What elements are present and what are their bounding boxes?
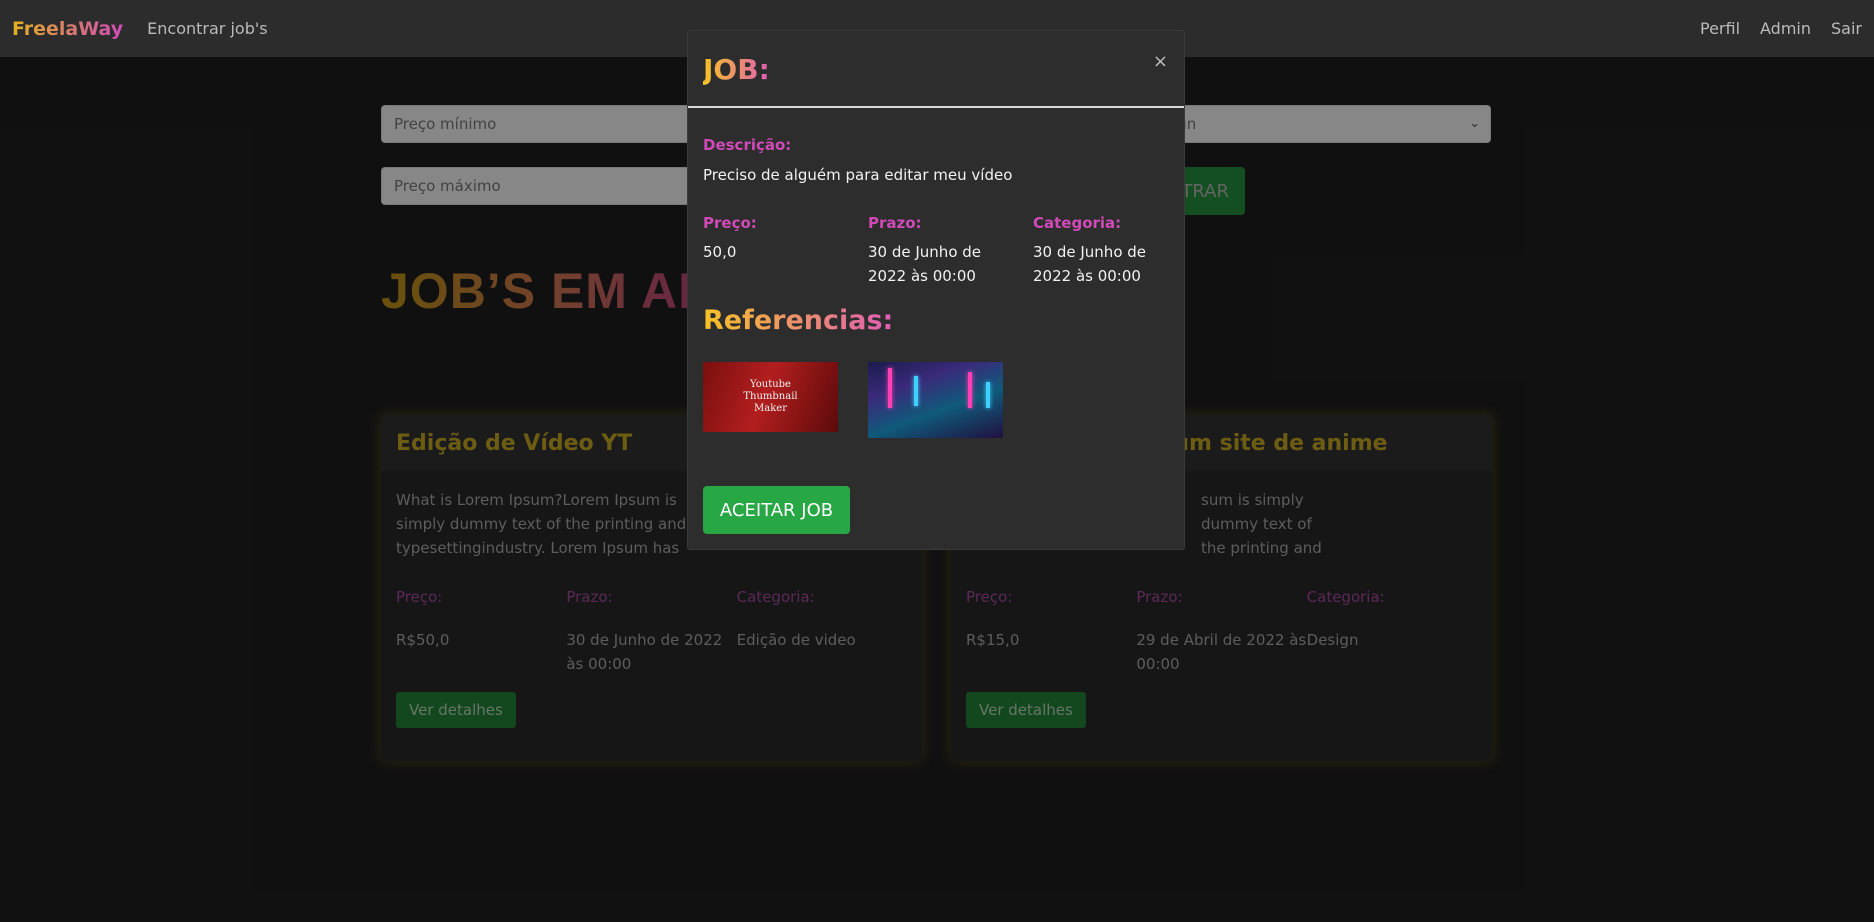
brand-logo[interactable]: FreelaWay [12,18,123,40]
reference-image-caption: Youtube Thumbnail Maker [743,379,798,414]
close-icon[interactable]: × [1153,51,1168,72]
modal-title: JOB: [703,53,770,86]
modal-price-label: Preço: [703,214,757,232]
reference-image-city[interactable] [868,362,1003,438]
modal-price: 50,0 [703,243,737,261]
reference-image-thumbnail[interactable]: Youtube Thumbnail Maker [703,362,838,432]
modal-description-label: Descrição: [703,136,792,154]
nav-find-jobs[interactable]: Encontrar job's [147,19,267,38]
nav-profile[interactable]: Perfil [1700,19,1740,38]
accept-job-button[interactable]: ACEITAR JOB [703,486,850,534]
references-title: Referencias: [703,305,894,336]
modal-price-group: Preço: 50,0 [703,214,853,264]
modal-category: 30 de Junho de 2022 às 00:00 [1033,243,1147,285]
nav-admin[interactable]: Admin [1760,19,1811,38]
modal-category-group: Categoria: 30 de Junho de 2022 às 00:00 [1033,214,1183,288]
modal-category-label: Categoria: [1033,214,1122,232]
modal-header: JOB: × [688,31,1184,108]
nav-right-group: Perfil Admin Sair [1700,19,1862,38]
modal-deadline-label: Prazo: [868,214,922,232]
job-details-modal: JOB: × Descrição: Preciso de alguém para… [687,30,1185,550]
nav-logout[interactable]: Sair [1831,19,1862,38]
modal-deadline: 30 de Junho de 2022 às 00:00 [868,243,982,285]
modal-deadline-group: Prazo: 30 de Junho de 2022 às 00:00 [868,214,1018,288]
modal-description: Preciso de alguém para editar meu vídeo [703,166,1013,184]
